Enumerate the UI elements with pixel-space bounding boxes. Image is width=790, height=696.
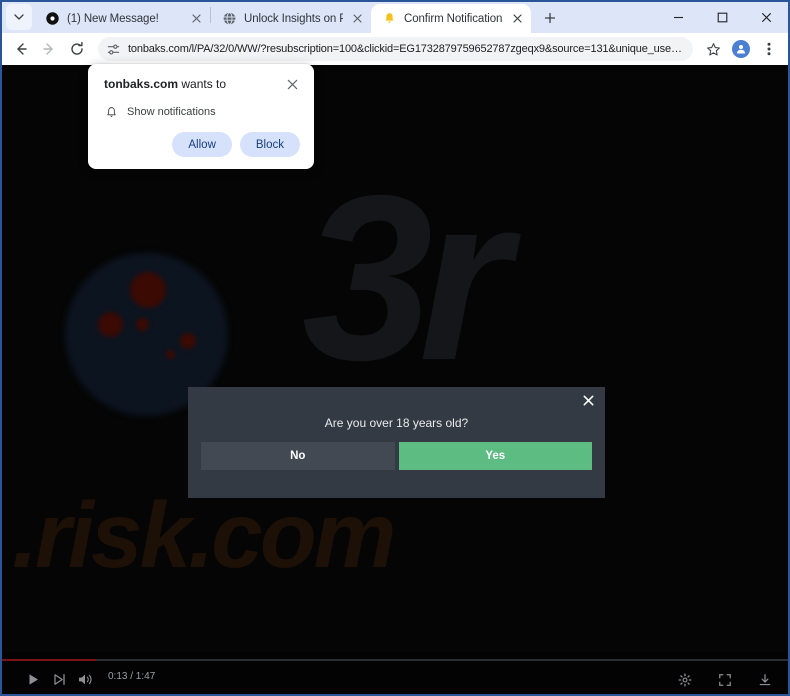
profile-avatar-icon	[732, 40, 750, 58]
tune-icon[interactable]	[104, 40, 122, 58]
volume-icon[interactable]	[72, 667, 98, 693]
background-dot	[166, 350, 175, 359]
forward-arrow-icon[interactable]	[36, 36, 62, 62]
background-dot	[180, 333, 196, 349]
window-controls	[656, 2, 788, 33]
background-dot	[136, 318, 149, 331]
gear-icon[interactable]	[672, 667, 698, 693]
new-tab-button[interactable]	[537, 5, 563, 31]
browser-tab-new-message[interactable]: (1) New Message!	[34, 4, 210, 33]
notification-permission-bubble: tonbaks.com wants to Show notifications …	[88, 64, 314, 169]
video-controls-row: 0:13 / 1:47	[2, 665, 788, 694]
permission-actions: Allow Block	[104, 132, 300, 157]
video-player-controls: 0:13 / 1:47	[2, 652, 788, 694]
tab-title: Unlock Insights on Personal Fin	[244, 12, 343, 25]
bell-icon	[104, 105, 118, 119]
site-watermark-text: .risk.com	[12, 483, 396, 587]
video-progress-bar[interactable]	[2, 659, 788, 661]
permission-bubble-title: tonbaks.com wants to	[104, 77, 226, 91]
message-circle-icon	[44, 11, 60, 27]
tab-close-icon[interactable]	[188, 11, 204, 27]
permission-origin: tonbaks.com	[104, 77, 179, 91]
tab-close-icon[interactable]	[509, 11, 525, 27]
background-dot	[98, 312, 123, 337]
permission-request-label: Show notifications	[127, 106, 216, 118]
allow-notifications-button[interactable]: Allow	[172, 132, 232, 157]
permission-close-icon[interactable]	[284, 76, 300, 92]
tab-close-icon[interactable]	[349, 11, 365, 27]
video-time-display: 0:13 / 1:47	[108, 670, 156, 682]
browser-toolbar: tonbaks.com/l/PA/32/0/WW/?resubscription…	[2, 33, 788, 65]
background-dot	[130, 272, 166, 308]
age-verification-dialog: Are you over 18 years old? No Yes	[188, 387, 605, 498]
tab-title: (1) New Message!	[67, 12, 159, 25]
browser-tab-confirm-notifications[interactable]: Confirm Notifications	[371, 4, 531, 33]
address-bar[interactable]: tonbaks.com/l/PA/32/0/WW/?resubscription…	[98, 37, 693, 61]
next-track-icon[interactable]	[46, 667, 72, 693]
window-minimize-button[interactable]	[656, 2, 700, 33]
permission-request-row: Show notifications	[104, 105, 300, 119]
globe-icon	[221, 11, 237, 27]
permission-bubble-header: tonbaks.com wants to	[104, 77, 300, 92]
browser-tab-unlock-insights[interactable]: Unlock Insights on Personal Fin	[211, 4, 371, 33]
play-icon[interactable]	[20, 667, 46, 693]
browser-window: (1) New Message! Unlock Insights on Pers…	[0, 0, 790, 696]
fullscreen-icon[interactable]	[712, 667, 738, 693]
tab-title: Confirm Notifications	[404, 12, 503, 25]
bookmark-star-icon[interactable]	[700, 36, 726, 62]
tab-strip: (1) New Message! Unlock Insights on Pers…	[2, 2, 788, 33]
age-dialog-button-row: No Yes	[201, 442, 592, 470]
block-notifications-button[interactable]: Block	[239, 132, 300, 157]
age-dialog-close-icon[interactable]	[581, 393, 595, 407]
window-maximize-button[interactable]	[700, 2, 744, 33]
age-dialog-yes-button[interactable]: Yes	[398, 442, 592, 470]
address-bar-url-text: tonbaks.com/l/PA/32/0/WW/?resubscription…	[128, 43, 683, 55]
background-logo-watermark: 3r	[302, 146, 510, 409]
download-icon[interactable]	[752, 667, 778, 693]
video-controls-right-group	[672, 667, 778, 693]
back-arrow-icon[interactable]	[8, 36, 34, 62]
tab-search-chevron-down-icon[interactable]	[6, 4, 32, 30]
video-progress-played	[2, 659, 97, 661]
profile-avatar[interactable]	[728, 36, 754, 62]
age-dialog-question-text: Are you over 18 years old?	[324, 416, 469, 430]
age-dialog-no-button[interactable]: No	[201, 442, 395, 470]
reload-icon[interactable]	[64, 36, 90, 62]
window-close-button[interactable]	[744, 2, 788, 33]
three-dot-menu-icon[interactable]	[756, 36, 782, 62]
bell-icon	[381, 11, 397, 27]
permission-title-suffix: wants to	[178, 77, 227, 91]
